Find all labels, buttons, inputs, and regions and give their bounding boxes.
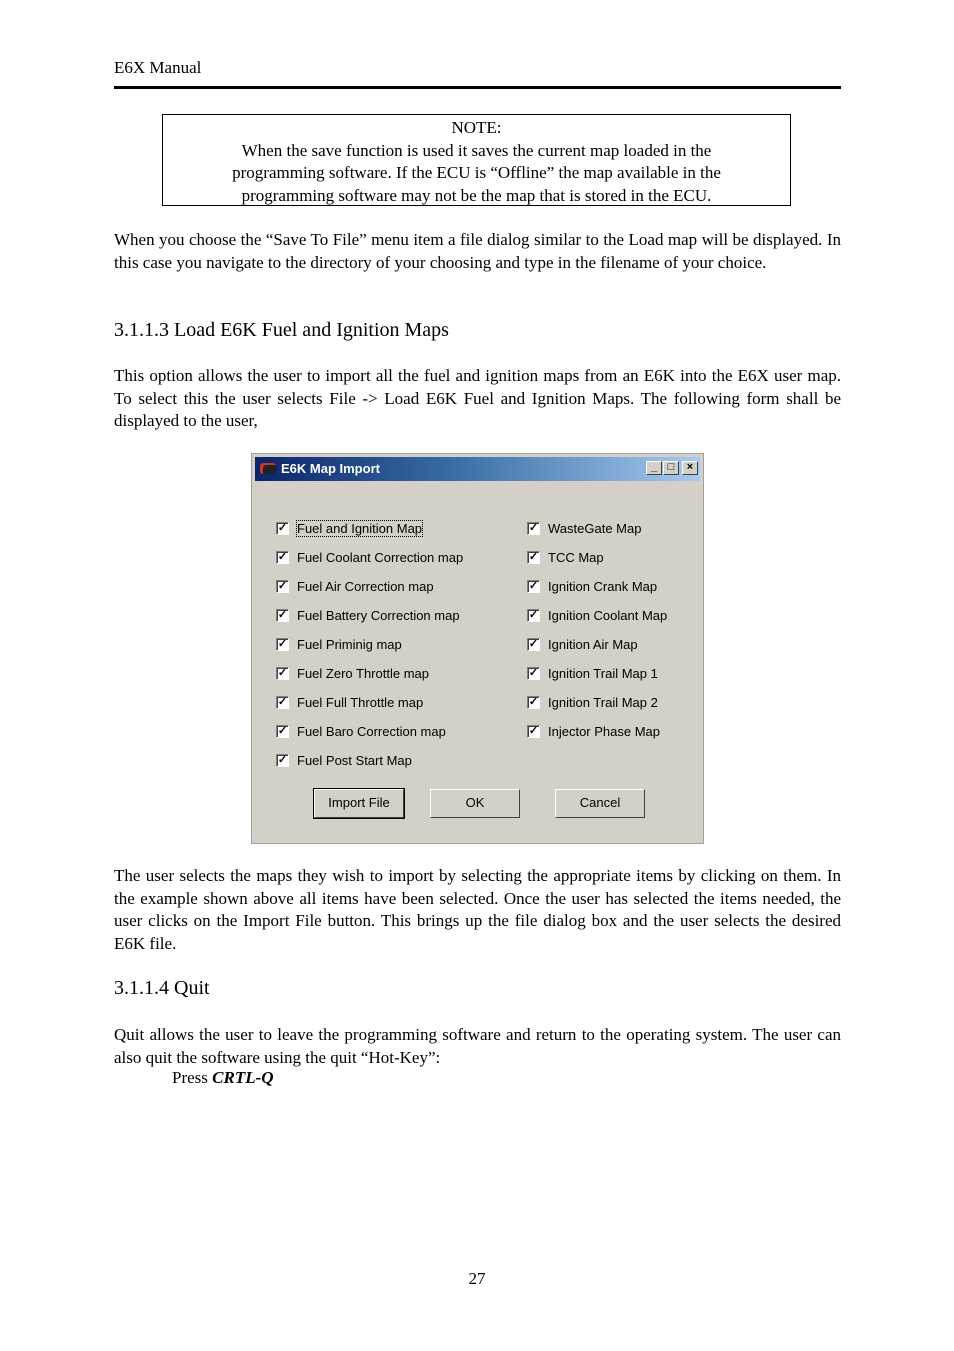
checkbox-label[interactable]: Fuel Priminig map [297,637,402,652]
checkbox-label[interactable]: Fuel Full Throttle map [297,695,423,710]
checkbox-label[interactable]: Fuel Air Correction map [297,579,434,594]
checkbox-label[interactable]: Fuel Post Start Map [297,753,412,768]
e6k-map-import-dialog: E6K Map Import _ □ × ✓ Fuel and Ignition … [251,453,704,844]
paragraph-load-e6k: This option allows the user to import al… [114,366,841,430]
checkbox-label[interactable]: Fuel Baro Correction map [297,724,446,739]
checkbox-label[interactable]: WasteGate Map [548,521,641,536]
import-file-button[interactable]: Import File [313,788,405,819]
dialog-title: E6K Map Import [281,461,380,476]
app-icon [260,463,276,474]
note-box: NOTE: When the save function is used it … [162,114,791,206]
header-rule [114,86,841,89]
checkbox-label[interactable]: Fuel Coolant Correction map [297,550,463,565]
checkbox-label[interactable]: Ignition Trail Map 1 [548,666,658,681]
checkbox[interactable]: ✓ [276,667,289,680]
checkbox-label[interactable]: Ignition Coolant Map [548,608,667,623]
checkbox[interactable]: ✓ [527,609,540,622]
checkbox-label[interactable]: TCC Map [548,550,604,565]
running-header: E6X Manual [114,58,202,77]
checkbox-label[interactable]: Fuel and Ignition Map [295,520,424,537]
close-button[interactable]: × [682,461,698,475]
paragraph-after-dialog: The user selects the maps they wish to i… [114,866,841,953]
checkbox[interactable]: ✓ [527,638,540,651]
checkbox[interactable]: ✓ [527,725,540,738]
checkbox[interactable]: ✓ [276,522,289,535]
note-line: programming software may not be the map … [241,185,712,205]
checkbox[interactable]: ✓ [276,754,289,767]
cancel-button[interactable]: Cancel [555,789,645,818]
note-label: NOTE: [451,118,502,137]
note-line: programming software. If the ECU is “Off… [232,163,721,182]
checkbox[interactable]: ✓ [276,551,289,564]
checkbox[interactable]: ✓ [276,696,289,709]
checkbox-label[interactable]: Ignition Trail Map 2 [548,695,658,710]
page-number: 27 [468,1269,486,1288]
checkbox[interactable]: ✓ [276,609,289,622]
checkbox-label[interactable]: Injector Phase Map [548,724,660,739]
ok-button[interactable]: OK [430,789,520,818]
minimize-button[interactable]: _ [646,461,662,475]
checkbox-label[interactable]: Fuel Zero Throttle map [297,666,429,681]
checkbox[interactable]: ✓ [276,725,289,738]
checkbox[interactable]: ✓ [527,696,540,709]
paragraph-save-to-file: When you choose the “Save To File” menu … [114,230,841,272]
checkbox[interactable]: ✓ [527,667,540,680]
paragraph-quit: Quit allows the user to leave the progra… [114,1025,841,1067]
maximize-button[interactable]: □ [663,461,679,475]
heading-quit: 3.1.1.4 Quit [114,977,210,999]
checkbox-label[interactable]: Fuel Battery Correction map [297,608,460,623]
checkbox[interactable]: ✓ [527,580,540,593]
press-label: Press [172,1068,213,1087]
heading-load-e6k: 3.1.1.3 Load E6K Fuel and Ignition Maps [114,319,449,341]
hotkey-text: CRTL-Q [212,1068,274,1087]
checkbox[interactable]: ✓ [276,580,289,593]
checkbox[interactable]: ✓ [276,638,289,651]
hotkey-line: Press CRTL-Q [172,1068,274,1088]
checkbox[interactable]: ✓ [527,522,540,535]
checkbox-label[interactable]: Ignition Crank Map [548,579,657,594]
checkbox[interactable]: ✓ [527,551,540,564]
dialog-titlebar[interactable]: E6K Map Import _ □ × [255,457,700,481]
checkbox-label[interactable]: Ignition Air Map [548,637,638,652]
note-line: When the save function is used it saves … [241,140,712,160]
